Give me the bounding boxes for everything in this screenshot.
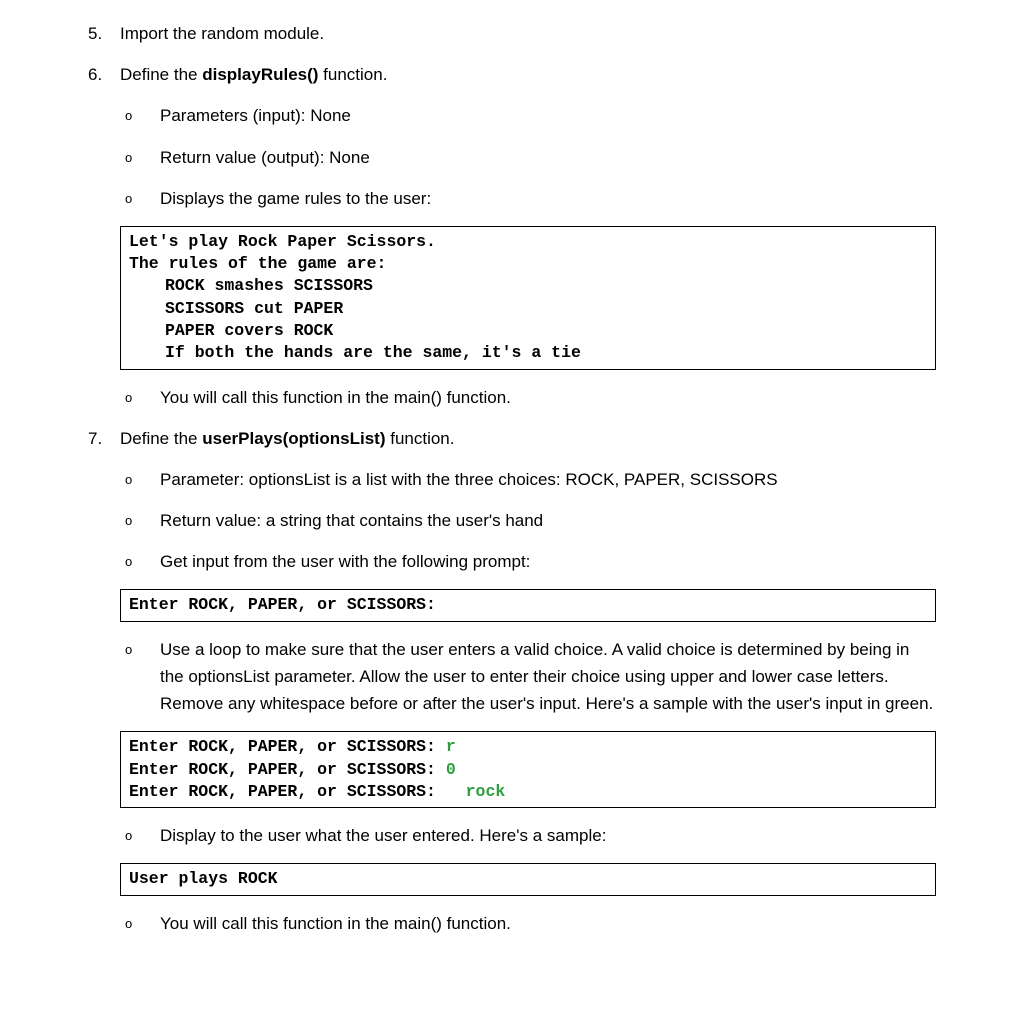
- code-box-prompt: Enter ROCK, PAPER, or SCISSORS:: [120, 589, 936, 621]
- item-text-bold: displayRules(): [202, 65, 318, 84]
- bullet-icon: o: [125, 826, 132, 847]
- code-line: ROCK smashes SCISSORS: [129, 275, 927, 297]
- item-text-suffix: function.: [386, 429, 455, 448]
- code-box-sample-input: Enter ROCK, PAPER, or SCISSORS: rEnter R…: [120, 731, 936, 808]
- sub-text: Display to the user what the user entere…: [160, 826, 606, 845]
- user-input: rock: [466, 782, 506, 801]
- code-line: If both the hands are the same, it's a t…: [129, 342, 927, 364]
- bullet-icon: o: [125, 640, 132, 661]
- bullet-icon: o: [125, 511, 132, 532]
- list-item-7: 7. Define the userPlays(optionsList) fun…: [88, 425, 936, 937]
- sub-item: o Display to the user what the user ente…: [120, 822, 936, 849]
- code-text: SCISSORS cut PAPER: [165, 299, 343, 318]
- bullet-icon: o: [125, 552, 132, 573]
- item-text-prefix: Define the: [120, 65, 202, 84]
- item-text-prefix: Define the: [120, 429, 202, 448]
- bullet-icon: o: [125, 148, 132, 169]
- bullet-icon: o: [125, 106, 132, 127]
- item-marker: 6.: [88, 61, 102, 88]
- code-line: Let's play Rock Paper Scissors.: [129, 231, 927, 253]
- sub-list: o You will call this function in the mai…: [120, 384, 936, 411]
- sub-item: o You will call this function in the mai…: [120, 384, 936, 411]
- sub-text: Parameters (input): None: [160, 106, 351, 125]
- code-text: If both the hands are the same, it's a t…: [165, 343, 581, 362]
- code-line: PAPER covers ROCK: [129, 320, 927, 342]
- item-marker: 7.: [88, 425, 102, 452]
- code-line: SCISSORS cut PAPER: [129, 298, 927, 320]
- sub-item: o Displays the game rules to the user:: [120, 185, 936, 212]
- code-prompt: Enter ROCK, PAPER, or SCISSORS:: [129, 737, 446, 756]
- sub-item: o Get input from the user with the follo…: [120, 548, 936, 575]
- bullet-icon: o: [125, 914, 132, 935]
- list-item-5: 5. Import the random module.: [88, 20, 936, 47]
- sub-item: o Parameter: optionsList is a list with …: [120, 466, 936, 493]
- sub-list: o Parameter: optionsList is a list with …: [120, 466, 936, 576]
- bullet-icon: o: [125, 470, 132, 491]
- sub-list: o Use a loop to make sure that the user …: [120, 636, 936, 718]
- sub-text: Parameter: optionsList is a list with th…: [160, 470, 778, 489]
- sub-text: You will call this function in the main(…: [160, 388, 511, 407]
- code-text: ROCK smashes SCISSORS: [165, 276, 373, 295]
- sub-text: You will call this function in the main(…: [160, 914, 511, 933]
- list-item-6: 6. Define the displayRules() function. o…: [88, 61, 936, 411]
- sub-text: Get input from the user with the followi…: [160, 552, 530, 571]
- item-text: Import the random module.: [120, 24, 324, 43]
- item-marker: 5.: [88, 20, 102, 47]
- code-text: PAPER covers ROCK: [165, 321, 333, 340]
- sub-list: o Display to the user what the user ente…: [120, 822, 936, 849]
- sub-item: o You will call this function in the mai…: [120, 910, 936, 937]
- user-input: r: [446, 737, 456, 756]
- sub-item: o Return value: a string that contains t…: [120, 507, 936, 534]
- item-text-suffix: function.: [318, 65, 387, 84]
- sub-text: Use a loop to make sure that the user en…: [160, 640, 933, 713]
- bullet-icon: o: [125, 388, 132, 409]
- code-prompt: Enter ROCK, PAPER, or SCISSORS:: [129, 760, 446, 779]
- code-prompt: Enter ROCK, PAPER, or SCISSORS:: [129, 782, 466, 801]
- code-line: Enter ROCK, PAPER, or SCISSORS:: [129, 594, 927, 616]
- instruction-list: 5. Import the random module. 6. Define t…: [88, 20, 936, 937]
- user-input: 0: [446, 760, 456, 779]
- code-line: Enter ROCK, PAPER, or SCISSORS: 0: [129, 759, 927, 781]
- code-line: User plays ROCK: [129, 868, 927, 890]
- code-line: The rules of the game are:: [129, 253, 927, 275]
- bullet-icon: o: [125, 189, 132, 210]
- code-box-output: User plays ROCK: [120, 863, 936, 895]
- code-box-rules: Let's play Rock Paper Scissors.The rules…: [120, 226, 936, 370]
- sub-item: o Return value (output): None: [120, 144, 936, 171]
- sub-list: o Parameters (input): None o Return valu…: [120, 102, 936, 212]
- code-line: Enter ROCK, PAPER, or SCISSORS: r: [129, 736, 927, 758]
- item-text-bold: userPlays(optionsList): [202, 429, 385, 448]
- sub-item: o Use a loop to make sure that the user …: [120, 636, 936, 718]
- sub-list: o You will call this function in the mai…: [120, 910, 936, 937]
- sub-text: Return value (output): None: [160, 148, 370, 167]
- sub-text: Displays the game rules to the user:: [160, 189, 431, 208]
- code-line: Enter ROCK, PAPER, or SCISSORS: rock: [129, 781, 927, 803]
- sub-text: Return value: a string that contains the…: [160, 511, 543, 530]
- sub-item: o Parameters (input): None: [120, 102, 936, 129]
